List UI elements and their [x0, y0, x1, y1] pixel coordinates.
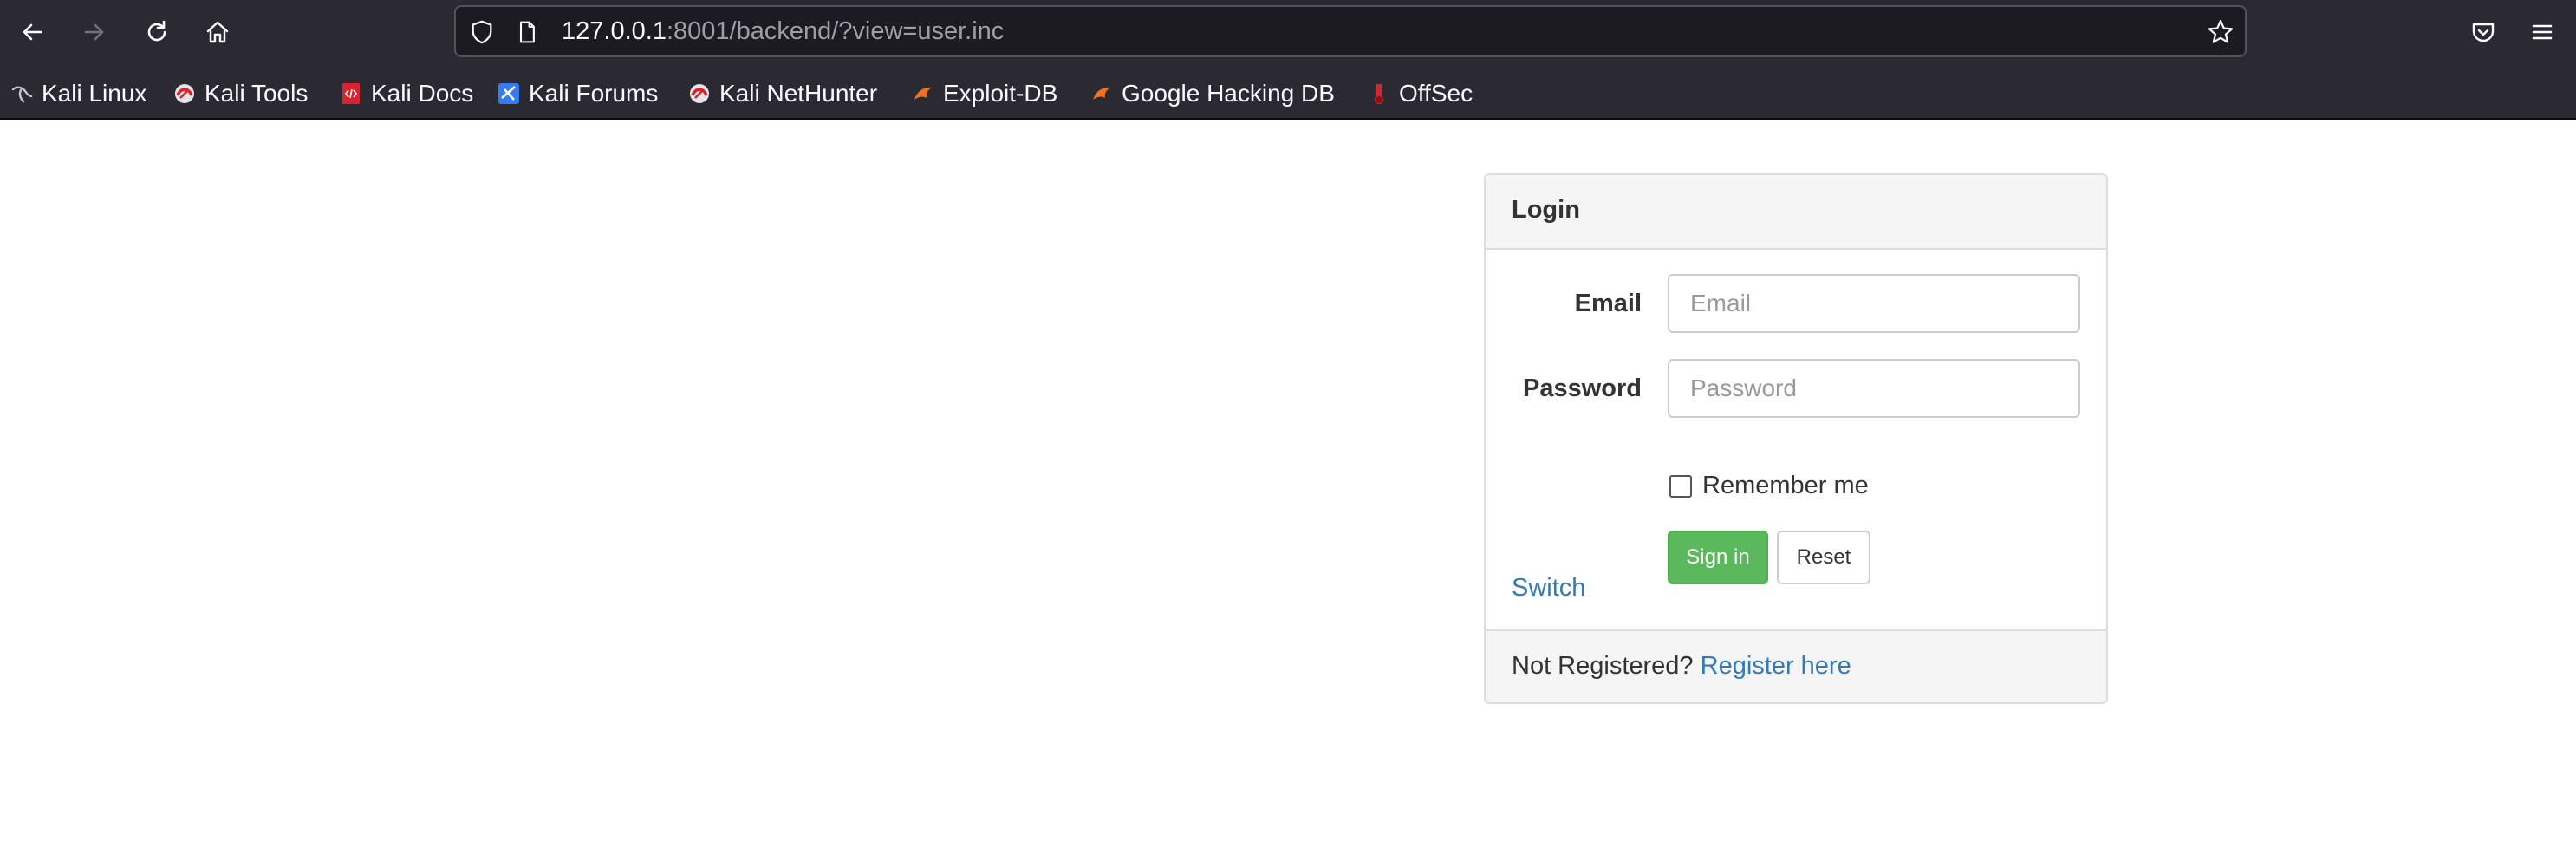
switch-link[interactable]: Switch [1512, 574, 1585, 603]
not-registered-text: Not Registered? [1512, 652, 1694, 680]
pocket-icon [2472, 23, 2495, 42]
login-panel: Login Email Password Remember me Sign in… [1484, 173, 2108, 704]
bookmark-label: Google Hacking DB [1122, 80, 1335, 107]
email-input[interactable] [1668, 274, 2080, 333]
home-button[interactable] [198, 12, 237, 52]
bookmark-exploit-db[interactable]: Exploit-DB [912, 76, 1057, 111]
url-path: :8001/backend/?view=user.inc [666, 17, 1005, 45]
remember-me-label[interactable]: Remember me [1702, 472, 1869, 500]
kali-dragon-icon [11, 86, 33, 103]
sign-in-button[interactable]: Sign in [1668, 531, 1768, 584]
pocket-button[interactable] [2463, 12, 2503, 52]
bookmark-kali-forums[interactable]: Kali Forums [498, 76, 658, 111]
url-host: 127.0.0.1 [562, 17, 667, 45]
browser-toolbar: 127.0.0.1:8001/backend/?view=user.inc [0, 0, 2576, 64]
back-button[interactable] [12, 12, 52, 52]
app-menu-button[interactable] [2522, 12, 2562, 52]
bookmark-kali-tools[interactable]: Kali Tools [173, 76, 308, 111]
arrow-left-icon [23, 23, 42, 41]
reload-icon [147, 20, 166, 42]
bookmark-label: Kali Linux [42, 80, 147, 107]
kali-nethunter-icon [690, 84, 709, 103]
kali-tools-icon [175, 84, 194, 103]
bookmark-label: Kali NetHunter [719, 80, 878, 107]
email-label: Email [1574, 290, 1642, 317]
bookmark-kali-docs[interactable]: Kali Docs [340, 76, 473, 111]
google-hacking-db-icon [1093, 87, 1110, 100]
bookmark-label: Kali Docs [371, 80, 474, 107]
remember-me-checkbox[interactable] [1669, 475, 1692, 498]
panel-footer: Not Registered? Register here [1486, 629, 2106, 702]
panel-heading: Login [1486, 175, 2106, 250]
url-bar[interactable]: 127.0.0.1:8001/backend/?view=user.inc [454, 5, 2247, 57]
kali-forums-icon [498, 83, 519, 104]
footer-text: Not Registered? Register here [1512, 652, 1851, 681]
exploit-db-icon [914, 87, 932, 100]
bookmark-label: Exploit-DB [943, 80, 1058, 107]
bookmark-label: Kali Tools [205, 80, 309, 107]
offsec-icon [1375, 84, 1383, 104]
bookmark-kali-linux[interactable]: Kali Linux [10, 76, 146, 111]
bookmark-google-hacking-db[interactable]: Google Hacking DB [1090, 76, 1335, 111]
password-label: Password [1523, 375, 1642, 402]
forward-button[interactable] [75, 12, 114, 52]
chrome-divider [0, 118, 2576, 120]
password-input[interactable] [1668, 359, 2080, 418]
bookmark-offsec[interactable]: OffSec [1368, 76, 1473, 111]
shield-icon[interactable] [468, 18, 496, 46]
page-icon[interactable] [513, 18, 541, 46]
bookmark-label: OffSec [1399, 80, 1473, 107]
hamburger-menu-icon [2532, 24, 2553, 40]
arrow-right-icon [84, 23, 104, 41]
url-text[interactable]: 127.0.0.1:8001/backend/?view=user.inc [562, 7, 1004, 55]
home-icon [206, 21, 229, 43]
kali-docs-icon [342, 83, 360, 104]
register-link[interactable]: Register here [1701, 652, 1851, 680]
panel-title: Login [1512, 196, 1580, 224]
reload-button[interactable] [137, 12, 177, 52]
bookmarks-toolbar: Kali Linux Kali Tools Kali Docs Kali For… [0, 71, 2576, 114]
bookmark-label: Kali Forums [529, 80, 659, 107]
bookmark-star-icon[interactable] [2207, 18, 2234, 46]
bookmark-kali-nethunter[interactable]: Kali NetHunter [688, 76, 877, 111]
browser-chrome: 127.0.0.1:8001/backend/?view=user.inc Ka… [0, 0, 2576, 120]
reset-button[interactable]: Reset [1777, 531, 1870, 584]
